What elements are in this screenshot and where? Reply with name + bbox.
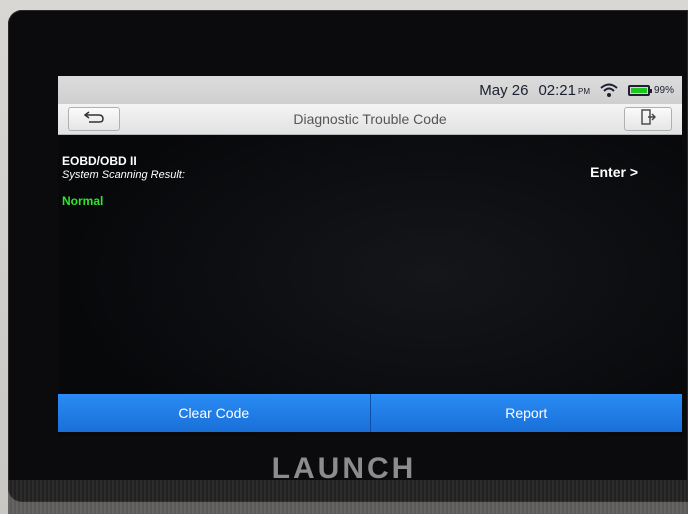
battery-fill — [630, 87, 647, 93]
status-date: May 26 — [479, 81, 529, 99]
results-list: EOBD/OBD II System Scanning Result: Norm… — [58, 134, 682, 392]
status-ampm: PM — [577, 87, 590, 96]
clear-code-button[interactable]: Clear Code — [58, 394, 370, 432]
wifi-icon — [600, 83, 618, 97]
brand-logo-text: LAUNCH — [271, 452, 417, 485]
system-result-label: System Scanning Result: — [62, 169, 185, 181]
battery-percent: 99% — [653, 84, 674, 96]
title-bar: Diagnostic Trouble Code — [58, 104, 682, 135]
brand-logo: LAUNCH — [0, 452, 688, 486]
device-screen: May 26 02:21 PM 99% Diagnostic Trouble C… — [58, 76, 682, 436]
status-time: 02:21 — [538, 81, 576, 99]
system-name: EOBD/OBD II — [62, 154, 137, 168]
page-title: Diagnostic Trouble Code — [293, 111, 447, 127]
exit-button[interactable] — [624, 107, 672, 131]
enter-button[interactable]: Enter > — [590, 164, 638, 180]
bottom-toolbar: Clear Code Report — [58, 394, 682, 432]
battery-icon — [627, 84, 652, 96]
status-bar: May 26 02:21 PM 99% — [58, 76, 682, 104]
exit-icon — [640, 108, 656, 130]
system-row: EOBD/OBD II System Scanning Result: Norm… — [62, 154, 678, 214]
report-button[interactable]: Report — [369, 394, 682, 432]
system-status: Normal — [62, 194, 104, 208]
